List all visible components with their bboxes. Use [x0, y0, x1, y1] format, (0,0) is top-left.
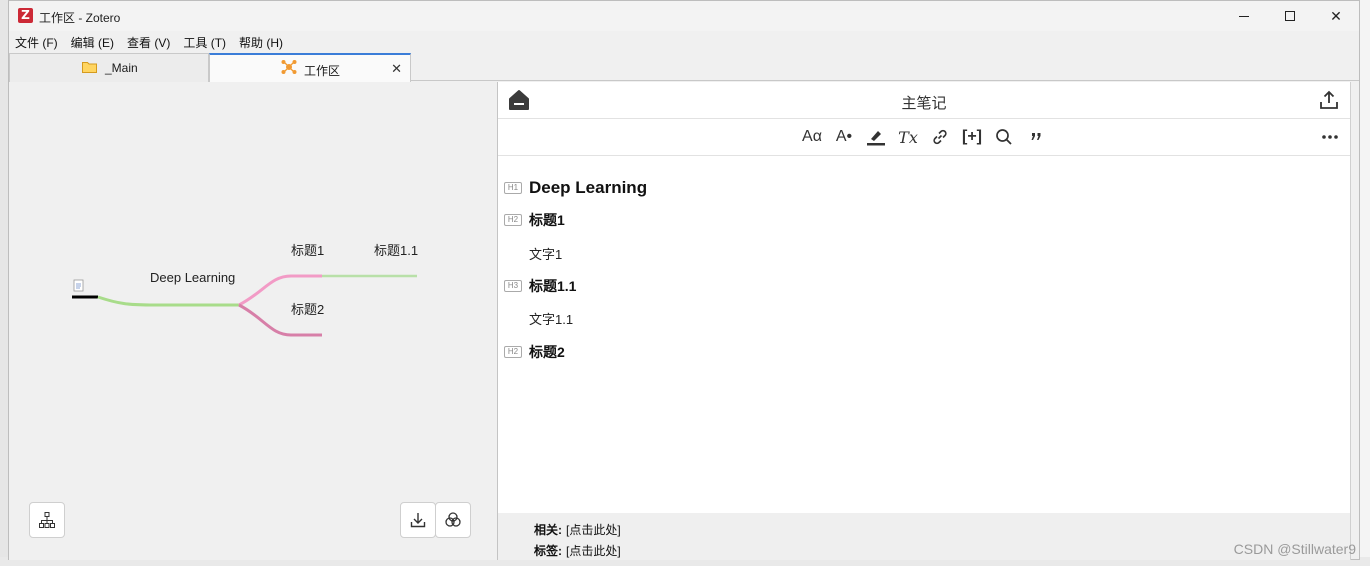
mindmap-node-title1-1[interactable]: 标题1.1	[374, 240, 418, 259]
menu-bar: 文件 (F) 编辑 (E) 查看 (V) 工具 (T) 帮助 (H)	[9, 31, 1359, 51]
heading-line: H2 标题1	[504, 210, 565, 230]
maximize-button[interactable]	[1267, 1, 1313, 31]
more-icon	[1322, 135, 1338, 139]
related-link[interactable]: [点击此处]	[566, 523, 621, 537]
note-doc-icon	[73, 279, 84, 292]
folder-icon	[82, 61, 97, 76]
outline-icon	[39, 512, 55, 528]
export-icon[interactable]	[1318, 89, 1340, 114]
heading-line: H2 标题2	[504, 342, 565, 362]
mindmap-root-node[interactable]: Deep Learning	[150, 270, 235, 285]
tab-workspace[interactable]: 工作区 ✕	[209, 53, 411, 82]
heading-badge: H2	[504, 346, 522, 358]
menu-view[interactable]: 查看 (V)	[126, 31, 176, 51]
outline-button[interactable]	[29, 502, 65, 538]
clear-format-button[interactable]: Tx	[896, 126, 920, 148]
download-icon	[410, 513, 426, 528]
theme-button[interactable]	[435, 502, 471, 538]
minimize-icon	[1239, 15, 1249, 17]
insert-citation-button[interactable]: [+]	[960, 126, 984, 148]
note-toolbar: Aα A• Tx [+]	[498, 119, 1350, 156]
paragraph: 文字1	[529, 247, 563, 262]
maximize-icon	[1285, 11, 1295, 21]
heading-badge: H3	[504, 280, 522, 292]
title-bar: Z 工作区 - Zotero ✕	[9, 1, 1359, 31]
mindmap-node-title2[interactable]: 标题2	[291, 299, 324, 318]
related-label: 相关:	[534, 523, 562, 537]
search-icon	[996, 129, 1012, 145]
mindmap-canvas	[72, 274, 417, 337]
note-header: 主笔记	[498, 82, 1350, 119]
highlight-button[interactable]	[864, 126, 888, 148]
mindmap-pane: Deep Learning 标题1 标题1.1 标题2	[9, 82, 497, 560]
tab-bar: _Main 工作区 ✕	[9, 51, 1359, 82]
tab-close-icon[interactable]: ✕	[391, 61, 402, 77]
heading-badge: H2	[504, 214, 522, 226]
mindmap-node-title1[interactable]: 标题1	[291, 240, 324, 259]
menu-file[interactable]: 文件 (F)	[14, 31, 64, 51]
heading-h2: 标题2	[529, 344, 565, 360]
zotero-logo-icon: Z	[18, 8, 33, 23]
menu-tools[interactable]: 工具 (T)	[182, 31, 232, 51]
quote-button[interactable]	[1024, 126, 1048, 148]
zotero-window: Z 工作区 - Zotero ✕ 文件 (F) 编辑 (E) 查看 (V) 工具…	[8, 0, 1360, 560]
heading-h1: Deep Learning	[529, 178, 648, 197]
tab-main[interactable]: _Main	[9, 53, 209, 82]
tags-label: 标签:	[534, 544, 562, 558]
note-pane: 主笔记 Aα A• Tx [+] H1 Deep Learning H2 标题1…	[498, 82, 1351, 560]
tab-label-main: _Main	[105, 61, 138, 75]
text-color-button[interactable]: A•	[832, 126, 856, 148]
highlight-icon	[867, 131, 885, 146]
heading-badge: H1	[504, 182, 522, 194]
heading-line: H1 Deep Learning	[504, 178, 647, 198]
menu-edit[interactable]: 编辑 (E)	[70, 31, 120, 51]
mindmap-icon	[281, 59, 297, 79]
heading-h3: 标题1.1	[529, 278, 577, 294]
theme-icon	[445, 512, 461, 527]
link-icon	[933, 129, 947, 145]
more-options-button[interactable]	[1318, 126, 1342, 148]
note-editor[interactable]: H1 Deep Learning H2 标题1 文字1 H3 标题1.1 文字1…	[498, 157, 1350, 513]
tags-row: 标签: [点击此处]	[534, 542, 621, 559]
link-button[interactable]	[928, 126, 952, 148]
heading-line: H3 标题1.1	[504, 276, 576, 296]
minimize-button[interactable]	[1221, 1, 1267, 31]
root-branch	[97, 295, 239, 307]
tab-label-workspace: 工作区	[304, 64, 341, 78]
window-title: 工作区 - Zotero	[39, 11, 121, 25]
download-button[interactable]	[400, 502, 436, 538]
close-window-button[interactable]: ✕	[1313, 1, 1359, 31]
tags-link[interactable]: [点击此处]	[566, 544, 621, 558]
font-size-button[interactable]: Aα	[800, 126, 824, 148]
note-footer: 相关: [点击此处] 标签: [点击此处]	[498, 513, 1350, 560]
quote-icon	[1031, 133, 1041, 140]
watermark: CSDN @Stillwater9	[1233, 541, 1356, 557]
close-icon: ✕	[1330, 7, 1342, 24]
heading-h2: 标题1	[529, 212, 565, 228]
find-button[interactable]	[992, 126, 1016, 148]
paragraph: 文字1.1	[529, 312, 574, 327]
note-title: 主笔记	[901, 95, 947, 112]
related-row: 相关: [点击此处]	[534, 521, 621, 538]
menu-help[interactable]: 帮助 (H)	[238, 31, 289, 51]
